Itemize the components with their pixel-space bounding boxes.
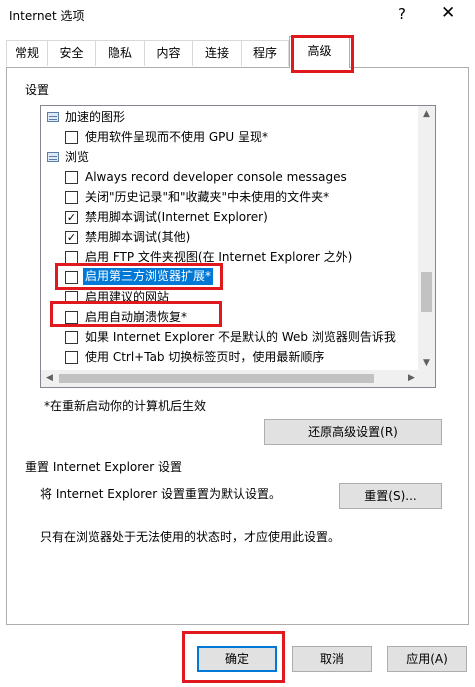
close-icon[interactable]: ✕ bbox=[441, 3, 455, 23]
checkbox[interactable] bbox=[65, 131, 78, 144]
tab-connections[interactable]: 连接 bbox=[192, 40, 242, 66]
checkbox[interactable] bbox=[65, 311, 78, 324]
window-title: Internet 选项 bbox=[9, 9, 85, 23]
setting-label: 启用自动崩溃恢复* bbox=[85, 310, 188, 324]
scroll-left-icon[interactable]: ◀ bbox=[41, 370, 58, 387]
settings-heading: 设置 bbox=[25, 83, 50, 97]
setting-label: 禁用脚本调试(Internet Explorer) bbox=[85, 210, 268, 224]
reset-description: 将 Internet Explorer 设置重置为默认设置。 bbox=[40, 487, 282, 501]
scroll-corner bbox=[418, 370, 435, 387]
checkbox[interactable] bbox=[65, 331, 78, 344]
checkbox[interactable] bbox=[65, 171, 78, 184]
scroll-thumb[interactable] bbox=[421, 272, 432, 312]
reset-note: 只有在浏览器处于无法使用的状态时，才应使用此设置。 bbox=[40, 530, 341, 544]
scroll-thumb-horizontal[interactable] bbox=[59, 374, 374, 383]
reset-heading: 重置 Internet Explorer 设置 bbox=[25, 460, 183, 474]
horizontal-scrollbar[interactable]: ◀ ▶ bbox=[41, 370, 420, 387]
tab-advanced[interactable]: 高级 bbox=[289, 36, 350, 68]
category-label: 加速的图形 bbox=[65, 110, 126, 124]
setting-label: 关闭"历史记录"和"收藏夹"中未使用的文件夹* bbox=[85, 190, 330, 204]
ok-button[interactable]: 确定 bbox=[197, 646, 277, 672]
checkbox[interactable] bbox=[65, 191, 78, 204]
title-bar: Internet 选项 ? ✕ bbox=[0, 0, 475, 30]
checkbox[interactable] bbox=[65, 251, 78, 264]
tab-privacy[interactable]: 隐私 bbox=[95, 40, 145, 66]
tab-general[interactable]: 常规 bbox=[6, 40, 48, 66]
setting-label: 使用软件呈现而不使用 GPU 呈现* bbox=[85, 130, 268, 144]
category-label: 浏览 bbox=[65, 150, 90, 164]
tab-content[interactable]: 内容 bbox=[144, 40, 193, 66]
tab-strip: 常规 安全 隐私 内容 连接 程序 高级 bbox=[6, 36, 469, 68]
tab-security[interactable]: 安全 bbox=[47, 40, 96, 66]
help-icon[interactable]: ? bbox=[398, 5, 406, 23]
apply-button[interactable]: 应用(A) bbox=[387, 646, 467, 672]
checkbox[interactable] bbox=[65, 271, 78, 284]
setting-label: Always record developer console messages bbox=[85, 170, 347, 184]
checkbox[interactable] bbox=[65, 351, 78, 364]
reset-button[interactable]: 重置(S)... bbox=[339, 483, 442, 509]
scroll-up-icon[interactable]: ▲ bbox=[418, 106, 435, 123]
category-icon bbox=[47, 112, 59, 122]
setting-label: 启用 FTP 文件夹视图(在 Internet Explorer 之外) bbox=[85, 250, 353, 264]
category-icon bbox=[47, 152, 59, 162]
vertical-scrollbar[interactable]: ▲ ▼ bbox=[418, 106, 435, 372]
setting-label: 启用第三方浏览器扩展* bbox=[83, 268, 214, 285]
setting-label: 禁用脚本调试(其他) bbox=[85, 230, 191, 244]
restart-note: *在重新启动你的计算机后生效 bbox=[44, 399, 207, 413]
setting-label: 启用建议的网站 bbox=[85, 290, 170, 304]
tab-programs[interactable]: 程序 bbox=[241, 40, 289, 66]
checkbox-checked[interactable]: ✓ bbox=[65, 231, 78, 244]
checkbox-checked[interactable]: ✓ bbox=[65, 211, 78, 224]
settings-tree[interactable]: 加速的图形 使用软件呈现而不使用 GPU 呈现* 浏览 Always recor… bbox=[40, 105, 436, 388]
cancel-button[interactable]: 取消 bbox=[292, 646, 372, 672]
restore-advanced-button[interactable]: 还原高级设置(R) bbox=[264, 419, 442, 445]
setting-label: 使用 Ctrl+Tab 切换标签页时，使用最新顺序 bbox=[85, 350, 325, 364]
setting-label: 如果 Internet Explorer 不是默认的 Web 浏览器则告诉我 bbox=[85, 330, 396, 344]
checkbox[interactable] bbox=[65, 291, 78, 304]
